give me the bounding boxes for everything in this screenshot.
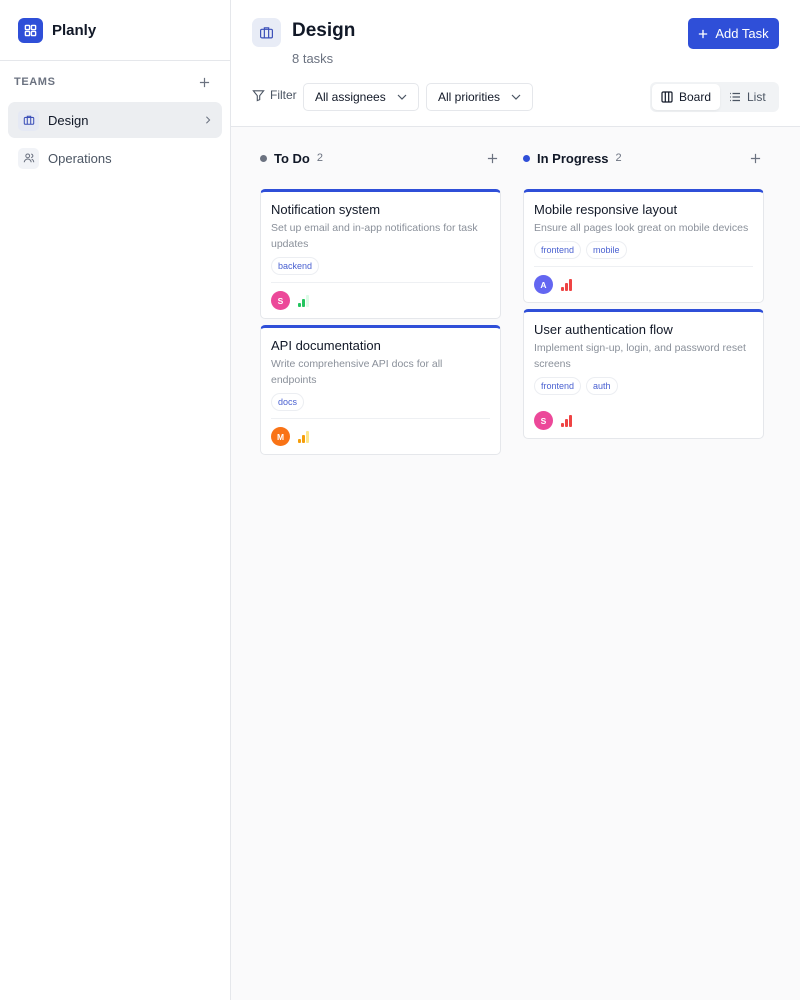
- card-tags: frontend mobile: [534, 241, 753, 259]
- sidebar-item-operations[interactable]: Operations: [8, 140, 222, 176]
- list-view-button[interactable]: List: [720, 84, 775, 110]
- chevron-down-icon: [397, 94, 407, 100]
- briefcase-icon: [18, 109, 39, 131]
- list-icon: [729, 91, 741, 103]
- status-dot: [260, 154, 267, 162]
- view-toggle: Board List: [650, 82, 779, 112]
- filter-label: Filter: [270, 88, 297, 102]
- assignee-select[interactable]: All assignees: [303, 83, 419, 111]
- teams-header: TEAMS: [0, 62, 230, 102]
- column-title: To Do: [274, 150, 310, 166]
- board-view-label: Board: [679, 90, 712, 104]
- card-title: API documentation: [271, 338, 381, 353]
- plus-icon: [698, 29, 708, 39]
- card-footer: M: [271, 418, 490, 454]
- board-icon: [661, 91, 673, 103]
- grid-icon[interactable]: [18, 17, 43, 43]
- card-description: Set up email and in-app notifications fo…: [271, 222, 478, 250]
- plus-icon: [487, 153, 497, 163]
- card-description: Write comprehensive API docs for all end…: [271, 358, 443, 386]
- avatar[interactable]: S: [271, 291, 290, 310]
- page-title: Design: [292, 20, 356, 41]
- card-footer: S: [271, 282, 490, 318]
- card-title: User authentication flow: [534, 322, 673, 337]
- tag: frontend: [534, 241, 582, 259]
- sidebar-item-label: Operations: [48, 150, 112, 166]
- brand: Planly: [0, 0, 230, 61]
- tag: mobile: [586, 241, 627, 259]
- column-todo: To Do 2 Notification system Set up email…: [260, 127, 501, 461]
- tag: backend: [271, 257, 320, 275]
- plus-icon: [750, 153, 760, 163]
- task-count: 8 tasks: [292, 51, 334, 66]
- card-tags: backend: [271, 257, 490, 275]
- card-title: Mobile responsive layout: [534, 202, 678, 217]
- column-title: In Progress: [537, 150, 609, 166]
- card-description: Ensure all pages look great on mobile de…: [534, 222, 749, 234]
- briefcase-icon: [252, 18, 281, 47]
- add-card-button[interactable]: [748, 151, 762, 165]
- main-content: Design 8 tasks Add Task Filter All assig…: [231, 0, 800, 1000]
- priority-high-icon: [561, 278, 572, 291]
- column-count: 2: [316, 152, 323, 164]
- board-view-button[interactable]: Board: [652, 84, 720, 110]
- priority-select[interactable]: All priorities: [426, 83, 533, 111]
- filter-icon: [252, 89, 265, 101]
- column-in-progress: In Progress 2 Mobile responsive layout E…: [523, 127, 764, 445]
- tag: frontend: [534, 377, 582, 395]
- priority-high-icon: [561, 414, 572, 427]
- plus-icon: [199, 77, 209, 87]
- filter-button[interactable]: Filter: [252, 88, 297, 102]
- card-tags: frontend auth: [534, 377, 753, 395]
- chevron-right-icon: [206, 116, 211, 124]
- assignee-select-value: All assignees: [315, 90, 386, 104]
- avatar[interactable]: S: [534, 411, 553, 430]
- users-icon: [18, 147, 39, 169]
- add-card-button[interactable]: [485, 151, 499, 165]
- column-header: To Do 2: [260, 127, 501, 189]
- teams-label: TEAMS: [14, 76, 56, 88]
- card-tags: docs: [271, 393, 490, 411]
- priority-low-icon: [298, 294, 309, 307]
- add-team-button[interactable]: [196, 74, 212, 90]
- column-header: In Progress 2: [523, 127, 764, 189]
- sidebar-item-label: Design: [48, 112, 89, 128]
- status-dot: [523, 154, 530, 162]
- card-footer: S: [534, 402, 753, 438]
- add-task-button[interactable]: Add Task: [688, 18, 779, 49]
- task-card[interactable]: API documentation Write comprehensive AP…: [260, 325, 501, 455]
- task-card[interactable]: User authentication flow Implement sign-…: [523, 309, 764, 439]
- task-card[interactable]: Notification system Set up email and in-…: [260, 189, 501, 319]
- task-card[interactable]: Mobile responsive layout Ensure all page…: [523, 189, 764, 303]
- app-name: Planly: [52, 21, 97, 39]
- chevron-down-icon: [511, 94, 521, 100]
- priority-medium-icon: [298, 430, 309, 443]
- list-view-label: List: [747, 90, 766, 104]
- priority-select-value: All priorities: [438, 90, 501, 104]
- column-count: 2: [615, 152, 622, 164]
- tag: docs: [271, 393, 305, 411]
- sidebar: Planly TEAMS Design Operations: [0, 0, 231, 1000]
- card-title: Notification system: [271, 202, 381, 217]
- avatar[interactable]: A: [534, 275, 553, 294]
- card-description: Implement sign-up, login, and password r…: [534, 342, 746, 370]
- avatar[interactable]: M: [271, 427, 290, 446]
- page-header: Design 8 tasks Add Task Filter All assig…: [231, 0, 800, 127]
- card-footer: A: [534, 266, 753, 302]
- sidebar-item-design[interactable]: Design: [8, 102, 222, 138]
- add-task-label: Add Task: [715, 26, 769, 41]
- tag: auth: [586, 377, 618, 395]
